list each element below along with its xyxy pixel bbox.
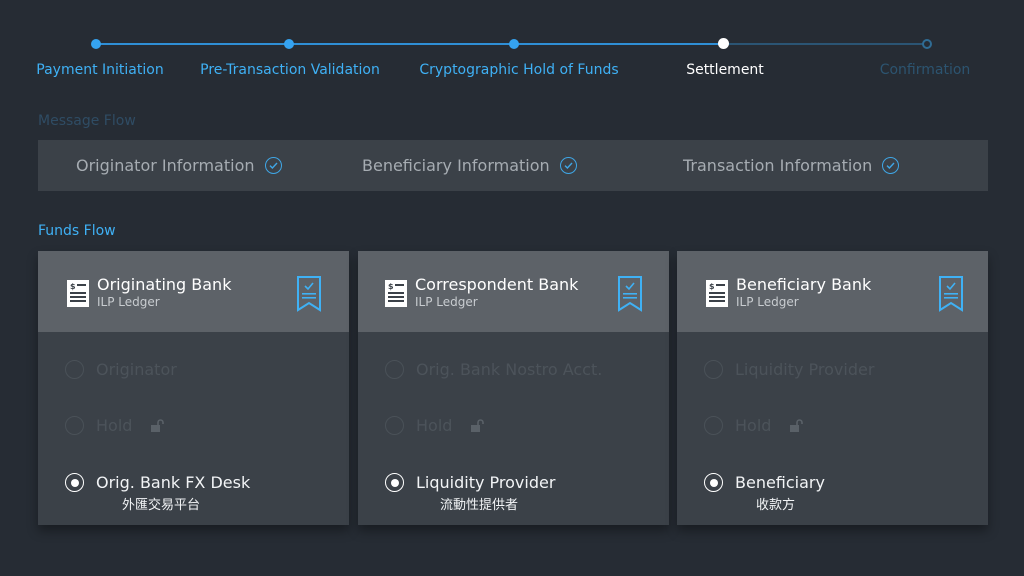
radio-button-selected[interactable] xyxy=(65,473,84,492)
svg-text:$: $ xyxy=(388,282,394,291)
verified-ribbon-icon xyxy=(939,276,963,312)
party-sublabel: 收款方 xyxy=(756,498,796,513)
stepper-line-pending xyxy=(724,43,927,45)
svg-text:$: $ xyxy=(70,282,76,291)
party-label: Hold xyxy=(96,416,133,435)
radio-button[interactable] xyxy=(704,416,723,435)
bank-name: Originating Bank xyxy=(97,275,232,294)
message-item-label: Beneficiary Information xyxy=(362,156,550,175)
bank-card-header: $ Beneficiary Bank ILP Ledger xyxy=(677,251,988,332)
ledger-label: ILP Ledger xyxy=(97,295,160,309)
radio-button[interactable] xyxy=(704,360,723,379)
verified-ribbon-icon xyxy=(297,276,321,312)
document-icon: $ xyxy=(385,280,407,307)
check-circle-icon xyxy=(264,157,282,174)
ledger-label: ILP Ledger xyxy=(736,295,799,309)
step-dot-confirmation xyxy=(922,39,932,49)
bank-card-header: $ Originating Bank ILP Ledger xyxy=(38,251,349,332)
stepper-line-completed xyxy=(96,43,724,45)
bank-name: Correspondent Bank xyxy=(415,275,579,294)
party-label: Originator xyxy=(96,360,177,379)
unlock-icon xyxy=(471,418,485,432)
party-label: Hold xyxy=(735,416,772,435)
radio-button-selected[interactable] xyxy=(704,473,723,492)
check-circle-icon xyxy=(559,157,577,174)
check-circle-icon xyxy=(882,157,900,174)
bank-name: Beneficiary Bank xyxy=(736,275,872,294)
party-label: Orig. Bank Nostro Acct. xyxy=(416,360,603,379)
radio-button[interactable] xyxy=(385,360,404,379)
bank-card-originating: $ Originating Bank ILP Ledger Originator… xyxy=(38,251,349,525)
bank-card-header: $ Correspondent Bank ILP Ledger xyxy=(358,251,669,332)
party-label: Beneficiary xyxy=(735,473,825,492)
party-hold[interactable]: Hold xyxy=(704,416,804,435)
bank-card-correspondent: $ Correspondent Bank ILP Ledger Orig. Ba… xyxy=(358,251,669,525)
message-item-transaction: Transaction Information xyxy=(683,140,900,191)
step-label-pre-transaction-validation[interactable]: Pre-Transaction Validation xyxy=(200,62,380,78)
party-orig-bank-nostro-acct[interactable]: Orig. Bank Nostro Acct. xyxy=(385,360,602,379)
verified-ribbon-icon xyxy=(618,276,642,312)
party-originator[interactable]: Originator xyxy=(65,360,177,379)
message-flow-title: Message Flow xyxy=(38,113,136,129)
party-liquidity-provider[interactable]: Liquidity Provider xyxy=(704,360,874,379)
document-icon: $ xyxy=(706,280,728,307)
step-label-settlement[interactable]: Settlement xyxy=(686,62,764,78)
radio-button[interactable] xyxy=(385,416,404,435)
message-item-originator: Originator Information xyxy=(76,140,282,191)
party-label: Orig. Bank FX Desk xyxy=(96,473,251,492)
party-liquidity-provider[interactable]: Liquidity Provider xyxy=(385,473,555,492)
party-hold[interactable]: Hold xyxy=(385,416,485,435)
party-label: Hold xyxy=(416,416,453,435)
message-item-label: Originator Information xyxy=(76,156,255,175)
radio-button[interactable] xyxy=(65,416,84,435)
bank-card-beneficiary: $ Beneficiary Bank ILP Ledger Liquidity … xyxy=(677,251,988,525)
party-orig-bank-fx-desk[interactable]: Orig. Bank FX Desk xyxy=(65,473,250,492)
step-dot-pre-transaction-validation xyxy=(284,39,294,49)
step-dot-payment-initiation xyxy=(91,39,101,49)
svg-text:$: $ xyxy=(709,282,715,291)
unlock-icon xyxy=(151,418,165,432)
message-flow-bar: Originator Information Beneficiary Infor… xyxy=(38,140,988,191)
funds-flow-title: Funds Flow xyxy=(38,223,116,239)
party-beneficiary[interactable]: Beneficiary xyxy=(704,473,825,492)
step-dot-cryptographic-hold xyxy=(509,39,519,49)
step-dot-settlement xyxy=(718,38,729,49)
message-item-beneficiary: Beneficiary Information xyxy=(362,140,577,191)
step-label-payment-initiation[interactable]: Payment Initiation xyxy=(36,62,163,78)
party-label: Liquidity Provider xyxy=(416,473,556,492)
radio-button[interactable] xyxy=(65,360,84,379)
step-label-cryptographic-hold[interactable]: Cryptographic Hold of Funds xyxy=(419,62,618,78)
party-label: Liquidity Provider xyxy=(735,360,875,379)
unlock-icon xyxy=(790,418,804,432)
party-hold[interactable]: Hold xyxy=(65,416,165,435)
progress-stepper: Payment Initiation Pre-Transaction Valid… xyxy=(0,0,1024,100)
step-label-confirmation: Confirmation xyxy=(879,62,971,78)
message-item-label: Transaction Information xyxy=(683,156,873,175)
ledger-label: ILP Ledger xyxy=(415,295,478,309)
document-icon: $ xyxy=(67,280,89,307)
radio-button-selected[interactable] xyxy=(385,473,404,492)
